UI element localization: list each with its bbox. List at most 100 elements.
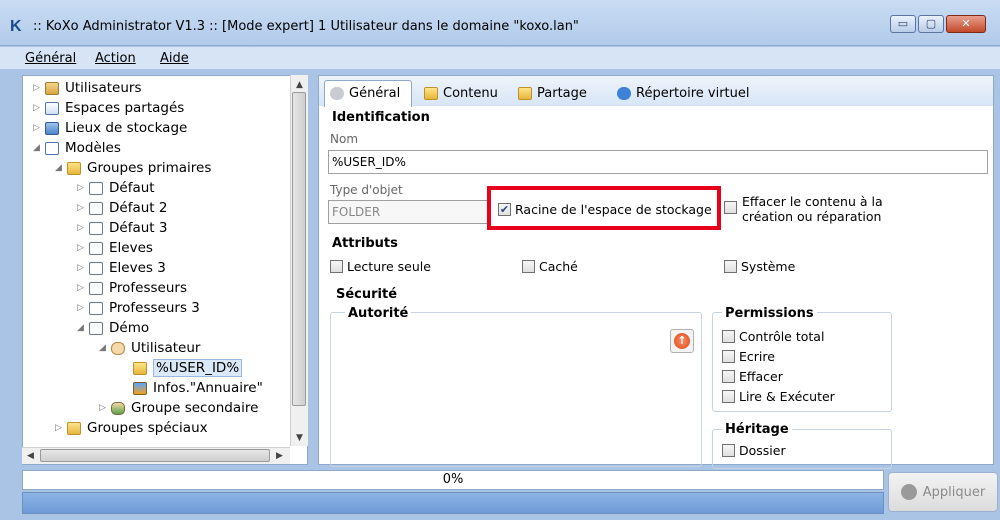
expander-arrow-icon[interactable]: ▷	[77, 263, 85, 273]
permissions-heading: Permissions	[722, 306, 817, 321]
tab-contenu[interactable]: Contenu	[424, 86, 498, 101]
users-icon	[45, 81, 59, 95]
tree-item[interactable]: ◢ Modèles	[23, 138, 307, 158]
tree-item[interactable]: ◢ Utilisateur	[23, 338, 307, 358]
expander-arrow-icon[interactable]: ▷	[33, 103, 41, 113]
expander-arrow-icon[interactable]: ◢	[55, 163, 63, 173]
expander-arrow-icon[interactable]: ▷	[77, 303, 85, 313]
tree-item-label: Infos."Annuaire"	[153, 380, 263, 396]
apply-button[interactable]: Appliquer	[888, 472, 998, 512]
tree-item-label: Professeurs	[109, 280, 187, 296]
tree-item[interactable]: ▷ Groupe secondaire	[23, 398, 307, 418]
tree-item[interactable]: ▷ Eleves 3	[23, 258, 307, 278]
tree-item[interactable]: ◢ Groupes primaires	[23, 158, 307, 178]
templates-icon	[45, 141, 59, 155]
hidden-checkbox[interactable]: Caché	[522, 259, 578, 274]
document-icon	[89, 261, 103, 275]
checkbox-icon	[724, 260, 737, 273]
tree-item-label: Utilisateur	[131, 340, 201, 356]
tree-item-label: Groupes primaires	[87, 160, 212, 176]
menu-action[interactable]: Action	[95, 51, 136, 66]
expander-arrow-icon[interactable]: ◢	[77, 323, 85, 333]
expander-arrow-icon[interactable]: ◢	[33, 143, 41, 153]
expander-arrow-icon[interactable]: ▷	[99, 403, 107, 413]
expander-arrow-icon[interactable]: ▷	[77, 283, 85, 293]
tree-item[interactable]: Infos."Annuaire"	[23, 378, 307, 398]
identification-heading: Identification	[332, 110, 430, 125]
folder-icon	[424, 87, 438, 100]
system-checkbox[interactable]: Système	[724, 259, 795, 274]
menu-aide[interactable]: Aide	[160, 51, 189, 66]
expander-arrow-icon[interactable]: ◢	[99, 343, 107, 353]
inherit-folder-checkbox[interactable]: Dossier	[722, 443, 786, 458]
permission-checkbox[interactable]: Ecrire	[722, 349, 775, 364]
authority-group	[330, 312, 702, 467]
scroll-down-arrow-icon[interactable]: ▼	[296, 433, 303, 443]
tree-hscroll-thumb[interactable]	[40, 449, 270, 462]
expander-arrow-icon[interactable]: ▷	[77, 203, 85, 213]
up-arrow-icon: ↑	[674, 333, 690, 349]
tree-item[interactable]: ▷ Professeurs 3	[23, 298, 307, 318]
attributes-heading: Attributs	[332, 236, 398, 251]
globe-icon	[617, 87, 631, 100]
menu-general[interactable]: Général	[25, 51, 76, 66]
checkbox-icon	[724, 201, 737, 214]
read-only-checkbox[interactable]: Lecture seule	[330, 259, 431, 274]
permission-checkbox[interactable]: Effacer	[722, 369, 783, 384]
checkbox-icon	[722, 444, 735, 457]
permission-label: Contrôle total	[739, 329, 825, 344]
document-icon	[89, 181, 103, 195]
tree-item-label: %USER_ID%	[153, 359, 243, 377]
scroll-up-arrow-icon[interactable]: ▲	[296, 80, 303, 90]
tree-item[interactable]: ▷ Défaut 2	[23, 198, 307, 218]
expander-arrow-icon[interactable]: ▷	[77, 223, 85, 233]
close-button[interactable]: ✕	[946, 15, 986, 33]
tree-item-label: Espaces partagés	[65, 100, 185, 116]
checkbox-icon	[522, 260, 535, 273]
folder-icon	[133, 361, 147, 375]
folder-icon	[67, 161, 81, 175]
window-title: :: KoXo Administrator V1.3 :: [Mode expe…	[33, 19, 579, 34]
tree-item[interactable]: %USER_ID%	[23, 358, 307, 378]
tree-item-label: Eleves	[109, 240, 153, 256]
tree-item[interactable]: ▷ Espaces partagés	[23, 98, 307, 118]
gear-icon	[330, 87, 344, 100]
tree-item[interactable]: ◢ Démo	[23, 318, 307, 338]
inheritance-heading: Héritage	[722, 422, 792, 437]
tab-repertoire-virtuel[interactable]: Répertoire virtuel	[617, 86, 750, 101]
tree-item[interactable]: ▷ Défaut 3	[23, 218, 307, 238]
scroll-right-arrow-icon[interactable]: ▶	[276, 451, 283, 461]
tree-view[interactable]: ▷ Utilisateurs ▷ Espaces partagés ▷ Lieux de …	[22, 75, 308, 465]
expander-arrow-icon[interactable]: ▷	[33, 123, 41, 133]
expander-arrow-icon[interactable]: ▷	[55, 423, 63, 433]
object-type-field: FOLDER	[328, 200, 488, 224]
scroll-left-arrow-icon[interactable]: ◀	[27, 451, 34, 461]
storage-icon	[45, 121, 59, 135]
tree-item[interactable]: ▷ Lieux de stockage	[23, 118, 307, 138]
erase-content-checkbox[interactable]	[724, 201, 737, 214]
tree-item-label: Défaut 3	[109, 220, 168, 236]
minimize-button[interactable]: ▭	[890, 15, 916, 33]
tree-item[interactable]: ▷ Eleves	[23, 238, 307, 258]
tab-general[interactable]: Général	[330, 86, 400, 101]
permission-checkbox[interactable]: Lire & Exécuter	[722, 389, 835, 404]
tree-item-label: Utilisateurs	[65, 80, 142, 96]
tab-partage[interactable]: Partage	[518, 86, 587, 101]
tree-item[interactable]: ▷ Défaut	[23, 178, 307, 198]
shared-spaces-icon	[45, 101, 59, 115]
checkbox-icon	[722, 370, 735, 383]
info-icon	[133, 381, 147, 395]
permission-label: Effacer	[739, 369, 783, 384]
permission-checkbox[interactable]: Contrôle total	[722, 329, 824, 344]
name-field[interactable]: %USER_ID%	[328, 150, 988, 174]
tree-item[interactable]: ▷ Professeurs	[23, 278, 307, 298]
tree-item[interactable]: ▷ Utilisateurs	[23, 78, 307, 98]
expander-arrow-icon[interactable]: ▷	[77, 243, 85, 253]
maximize-button[interactable]: ▢	[918, 15, 944, 33]
tree-item[interactable]: ▷ Groupes spéciaux	[23, 418, 307, 438]
tree-item-label: Lieux de stockage	[65, 120, 188, 136]
expander-arrow-icon[interactable]: ▷	[77, 183, 85, 193]
tree-scroll-thumb[interactable]	[292, 92, 306, 406]
expander-arrow-icon[interactable]: ▷	[33, 83, 41, 93]
tree-item-label: Défaut 2	[109, 200, 168, 216]
